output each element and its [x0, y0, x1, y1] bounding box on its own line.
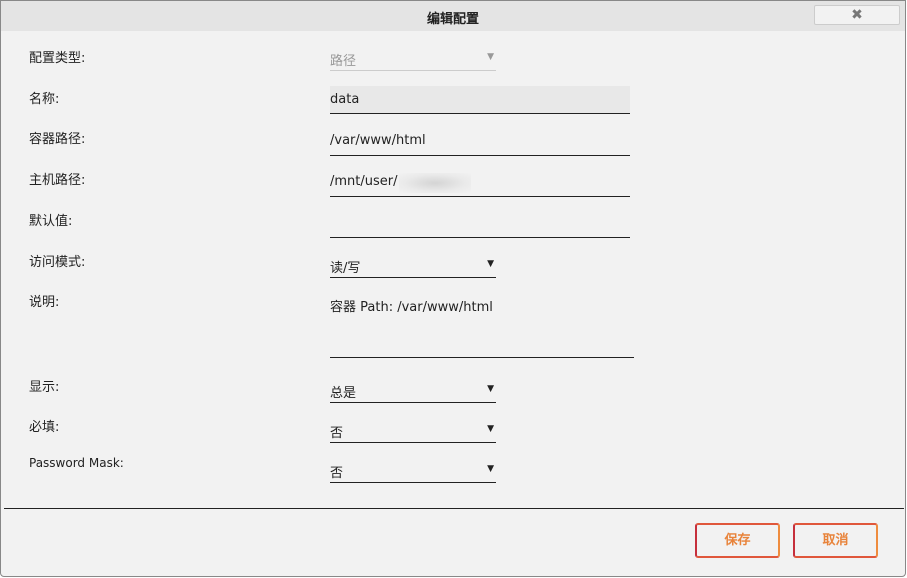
- chevron-down-icon: ▼: [487, 424, 494, 434]
- access-mode-select[interactable]: 读/写 ▼: [330, 254, 496, 278]
- host-path-label: 主机路径:: [29, 173, 86, 188]
- chevron-down-icon: ▼: [487, 464, 494, 474]
- chevron-down-icon: ▼: [487, 384, 494, 394]
- chevron-down-icon: ▼: [487, 52, 494, 62]
- description-textarea[interactable]: 容器 Path: /var/www/html: [330, 293, 634, 358]
- name-label: 名称:: [29, 92, 60, 107]
- cancel-button[interactable]: 取消: [793, 523, 878, 558]
- default-value-label: 默认值:: [29, 214, 73, 229]
- access-mode-value: 读/写: [330, 261, 361, 276]
- footer-divider: [4, 508, 904, 509]
- required-select[interactable]: 否 ▼: [330, 419, 496, 443]
- config-type-label: 配置类型:: [29, 51, 86, 66]
- default-value-input[interactable]: [330, 211, 630, 238]
- description-label: 说明:: [29, 295, 60, 310]
- display-label: 显示:: [29, 380, 60, 395]
- name-input[interactable]: data: [330, 86, 630, 114]
- close-icon: ✖: [851, 7, 863, 23]
- config-type-value: 路径: [330, 54, 357, 69]
- redacted-region: [399, 173, 471, 193]
- required-value: 否: [330, 426, 344, 441]
- required-label: 必填:: [29, 420, 60, 435]
- edit-config-dialog: 编辑配置 ✖ 配置类型: 路径 ▼ 名称: data 容器路径: /var/www…: [0, 0, 906, 577]
- access-mode-label: 访问模式:: [29, 255, 86, 270]
- chevron-down-icon: ▼: [487, 259, 494, 269]
- password-mask-value: 否: [330, 466, 344, 481]
- container-path-label: 容器路径:: [29, 132, 86, 147]
- config-type-select[interactable]: 路径 ▼: [330, 47, 496, 71]
- host-path-input[interactable]: /mnt/user/: [330, 170, 630, 197]
- container-path-input[interactable]: /var/www/html: [330, 129, 630, 156]
- dialog-titlebar: 编辑配置 ✖: [1, 1, 905, 31]
- password-mask-select[interactable]: 否 ▼: [330, 459, 496, 483]
- display-value: 总是: [330, 386, 357, 401]
- dialog-title: 编辑配置: [426, 12, 479, 27]
- save-button[interactable]: 保存: [695, 523, 780, 558]
- password-mask-label: Password Mask:: [29, 456, 124, 470]
- close-button[interactable]: ✖: [814, 5, 900, 25]
- display-select[interactable]: 总是 ▼: [330, 379, 496, 403]
